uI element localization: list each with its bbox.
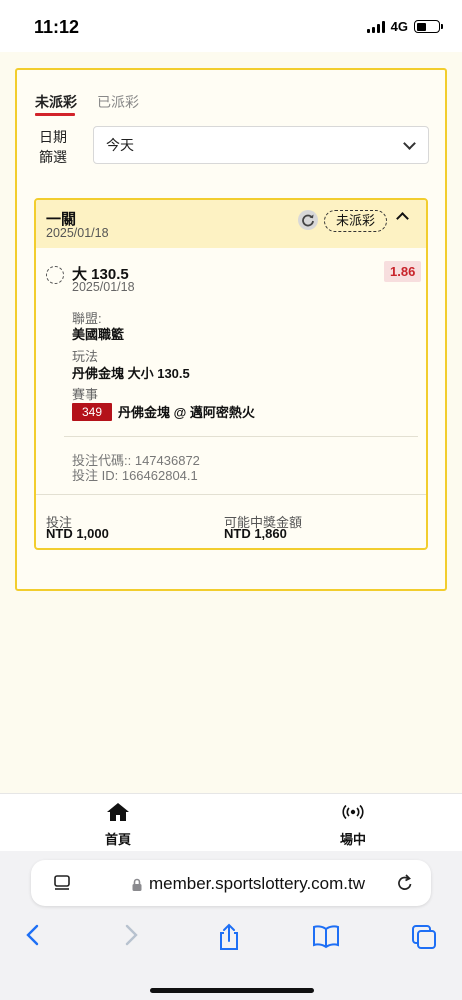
reader-icon[interactable] [53,874,71,892]
pick-status-icon [46,266,64,284]
forward-icon[interactable] [122,923,140,947]
divider [64,436,418,437]
url-text: member.sportslottery.com.tw [149,874,366,893]
status-bar: 11:12 4G [0,0,462,52]
event-row: 349 丹佛金塊 @ 邁阿密熱火 [72,402,255,421]
status-indicators: 4G [366,19,443,34]
bet-records-panel: 未派彩 已派彩 日期篩選 今天 一關 2025/01/18 未派彩 大 130.… [15,68,447,591]
refresh-icon[interactable] [298,210,318,230]
bet-card: 一關 2025/01/18 未派彩 大 130.5 2025/01/18 1.8… [34,198,428,550]
event-number-badge: 349 [72,402,112,421]
browser-chrome: member.sportslottery.com.tw [0,851,462,1000]
chevron-up-icon[interactable] [396,212,409,225]
payout-tabs: 未派彩 已派彩 [35,92,139,112]
lock-icon [132,878,142,891]
bet-date: 2025/01/18 [46,226,109,240]
divider [36,494,426,495]
chevron-down-icon [403,137,416,150]
tab-unpaid[interactable]: 未派彩 [35,92,77,112]
broadcast-icon [342,804,364,820]
bet-card-header: 一關 2025/01/18 未派彩 [36,200,426,248]
back-icon[interactable] [24,923,42,947]
reload-icon[interactable] [395,873,415,893]
date-filter-value: 今天 [106,137,134,153]
bottom-nav: 首頁 場中 [0,793,462,851]
nav-live[interactable]: 場中 [313,802,393,848]
tab-paid[interactable]: 已派彩 [97,92,139,112]
bet-id: 投注 ID: 166462804.1 [72,468,198,483]
odds-badge: 1.86 [384,261,422,282]
league-value: 美國職籃 [72,327,125,342]
bet-status-badge: 未派彩 [324,210,388,232]
network-type: 4G [390,19,408,34]
nav-home[interactable]: 首頁 [78,802,158,848]
home-icon [107,803,129,821]
signal-icon [366,20,385,33]
payout-value: NTD 1,860 [224,526,287,541]
nav-home-label: 首頁 [104,832,131,847]
pick-date: 2025/01/18 [72,280,135,294]
status-time: 11:12 [34,17,80,37]
event-label: 賽事 [72,387,99,402]
nav-live-label: 場中 [339,832,366,847]
active-tab-indicator [35,113,75,116]
bookmarks-icon[interactable] [311,923,341,949]
stake-value: NTD 1,000 [46,526,109,541]
market-value: 丹佛金塊 大小 130.5 [72,366,190,381]
date-filter-label: 日期篩選 [39,129,67,165]
tabs-icon[interactable] [410,923,438,951]
home-indicator [150,988,314,993]
event-name: 丹佛金塊 @ 邁阿密熱火 [118,405,255,420]
battery-icon [414,20,443,33]
date-filter-select[interactable]: 今天 [93,126,429,164]
share-icon[interactable] [216,923,242,951]
address-bar[interactable]: member.sportslottery.com.tw [31,860,431,906]
